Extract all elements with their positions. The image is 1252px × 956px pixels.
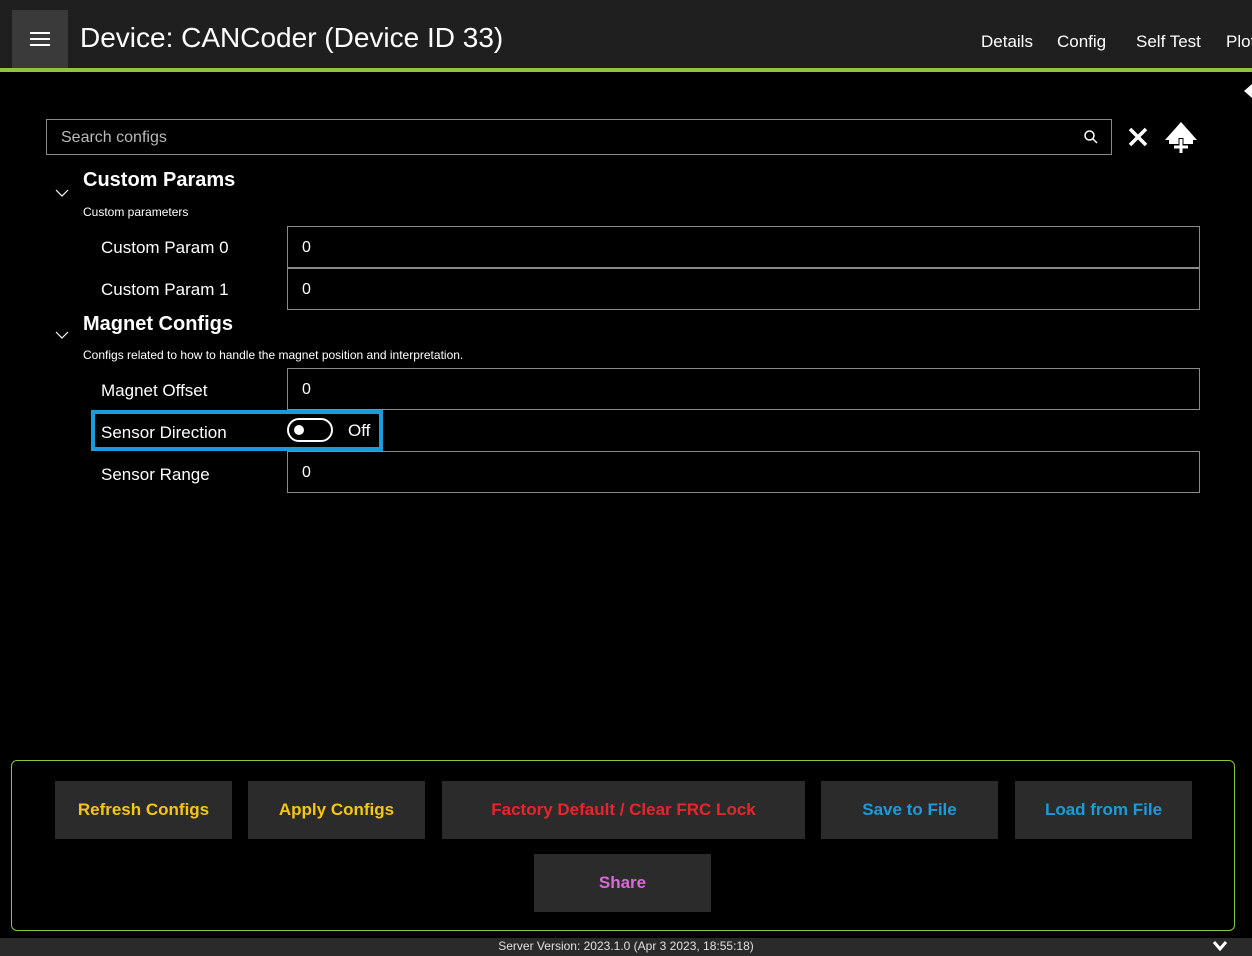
- label-magnet-offset: Magnet Offset: [101, 381, 208, 400]
- save-to-file-button[interactable]: Save to File: [821, 781, 998, 839]
- search-icon[interactable]: [1083, 129, 1099, 145]
- custom-param-0-field: [287, 226, 1200, 269]
- menu-icon: [30, 32, 50, 46]
- label-sensor-direction: Sensor Direction: [101, 423, 227, 442]
- sensor-range-input[interactable]: [300, 452, 1184, 494]
- section-desc-magnet-configs: Configs related to how to handle the mag…: [83, 348, 464, 362]
- load-from-file-button[interactable]: Load from File: [1015, 781, 1192, 839]
- search-container: [46, 119, 1112, 156]
- status-footer: Server Version: 2023.1.0 (Apr 3 2023, 18…: [0, 938, 1252, 956]
- sensor-direction-state: Off: [348, 421, 371, 440]
- label-custom-param-0: Custom Param 0: [101, 238, 229, 257]
- sensor-range-field: [287, 451, 1200, 494]
- share-button[interactable]: Share: [534, 854, 711, 912]
- search-input[interactable]: [59, 120, 1073, 156]
- page-title: Device: CANCoder (Device ID 33): [80, 22, 504, 53]
- server-version: Server Version: 2023.1.0 (Apr 3 2023, 18…: [498, 939, 754, 953]
- custom-param-1-input[interactable]: [300, 269, 1184, 311]
- custom-param-1-field: [287, 268, 1200, 311]
- collapse-arrow-icon[interactable]: [1244, 84, 1252, 98]
- label-custom-param-1: Custom Param 1: [101, 280, 229, 299]
- factory-default-button[interactable]: Factory Default / Clear FRC Lock: [442, 781, 805, 839]
- toggle-knob: [294, 425, 304, 435]
- nav-config[interactable]: Config: [1057, 32, 1106, 52]
- chevron-down-icon[interactable]: [1212, 940, 1228, 952]
- sensor-direction-toggle[interactable]: [287, 418, 333, 442]
- collapse-chevron-icon[interactable]: [55, 188, 69, 198]
- magnet-offset-input[interactable]: [300, 369, 1184, 411]
- custom-param-0-input[interactable]: [300, 227, 1184, 269]
- magnet-offset-field: [287, 368, 1200, 411]
- nav-self-test[interactable]: Self Test: [1136, 32, 1201, 52]
- app-header: Device: CANCoder (Device ID 33) Details …: [0, 0, 1252, 72]
- nav-details[interactable]: Details: [981, 32, 1033, 52]
- refresh-configs-button[interactable]: Refresh Configs: [55, 781, 232, 839]
- section-desc-custom-params: Custom parameters: [83, 205, 189, 219]
- apply-configs-button[interactable]: Apply Configs: [248, 781, 425, 839]
- section-title-custom-params: Custom Params: [83, 169, 236, 191]
- header-accent-bar: [0, 68, 1252, 72]
- section-title-magnet-configs: Magnet Configs: [83, 313, 233, 335]
- collapse-chevron-icon[interactable]: [55, 330, 69, 340]
- label-sensor-range: Sensor Range: [101, 465, 210, 484]
- hamburger-menu-button[interactable]: [12, 10, 68, 68]
- cloud-upload-icon[interactable]: [1163, 120, 1199, 156]
- clear-search-icon[interactable]: [1127, 126, 1149, 148]
- nav-plot[interactable]: Plot: [1226, 32, 1252, 52]
